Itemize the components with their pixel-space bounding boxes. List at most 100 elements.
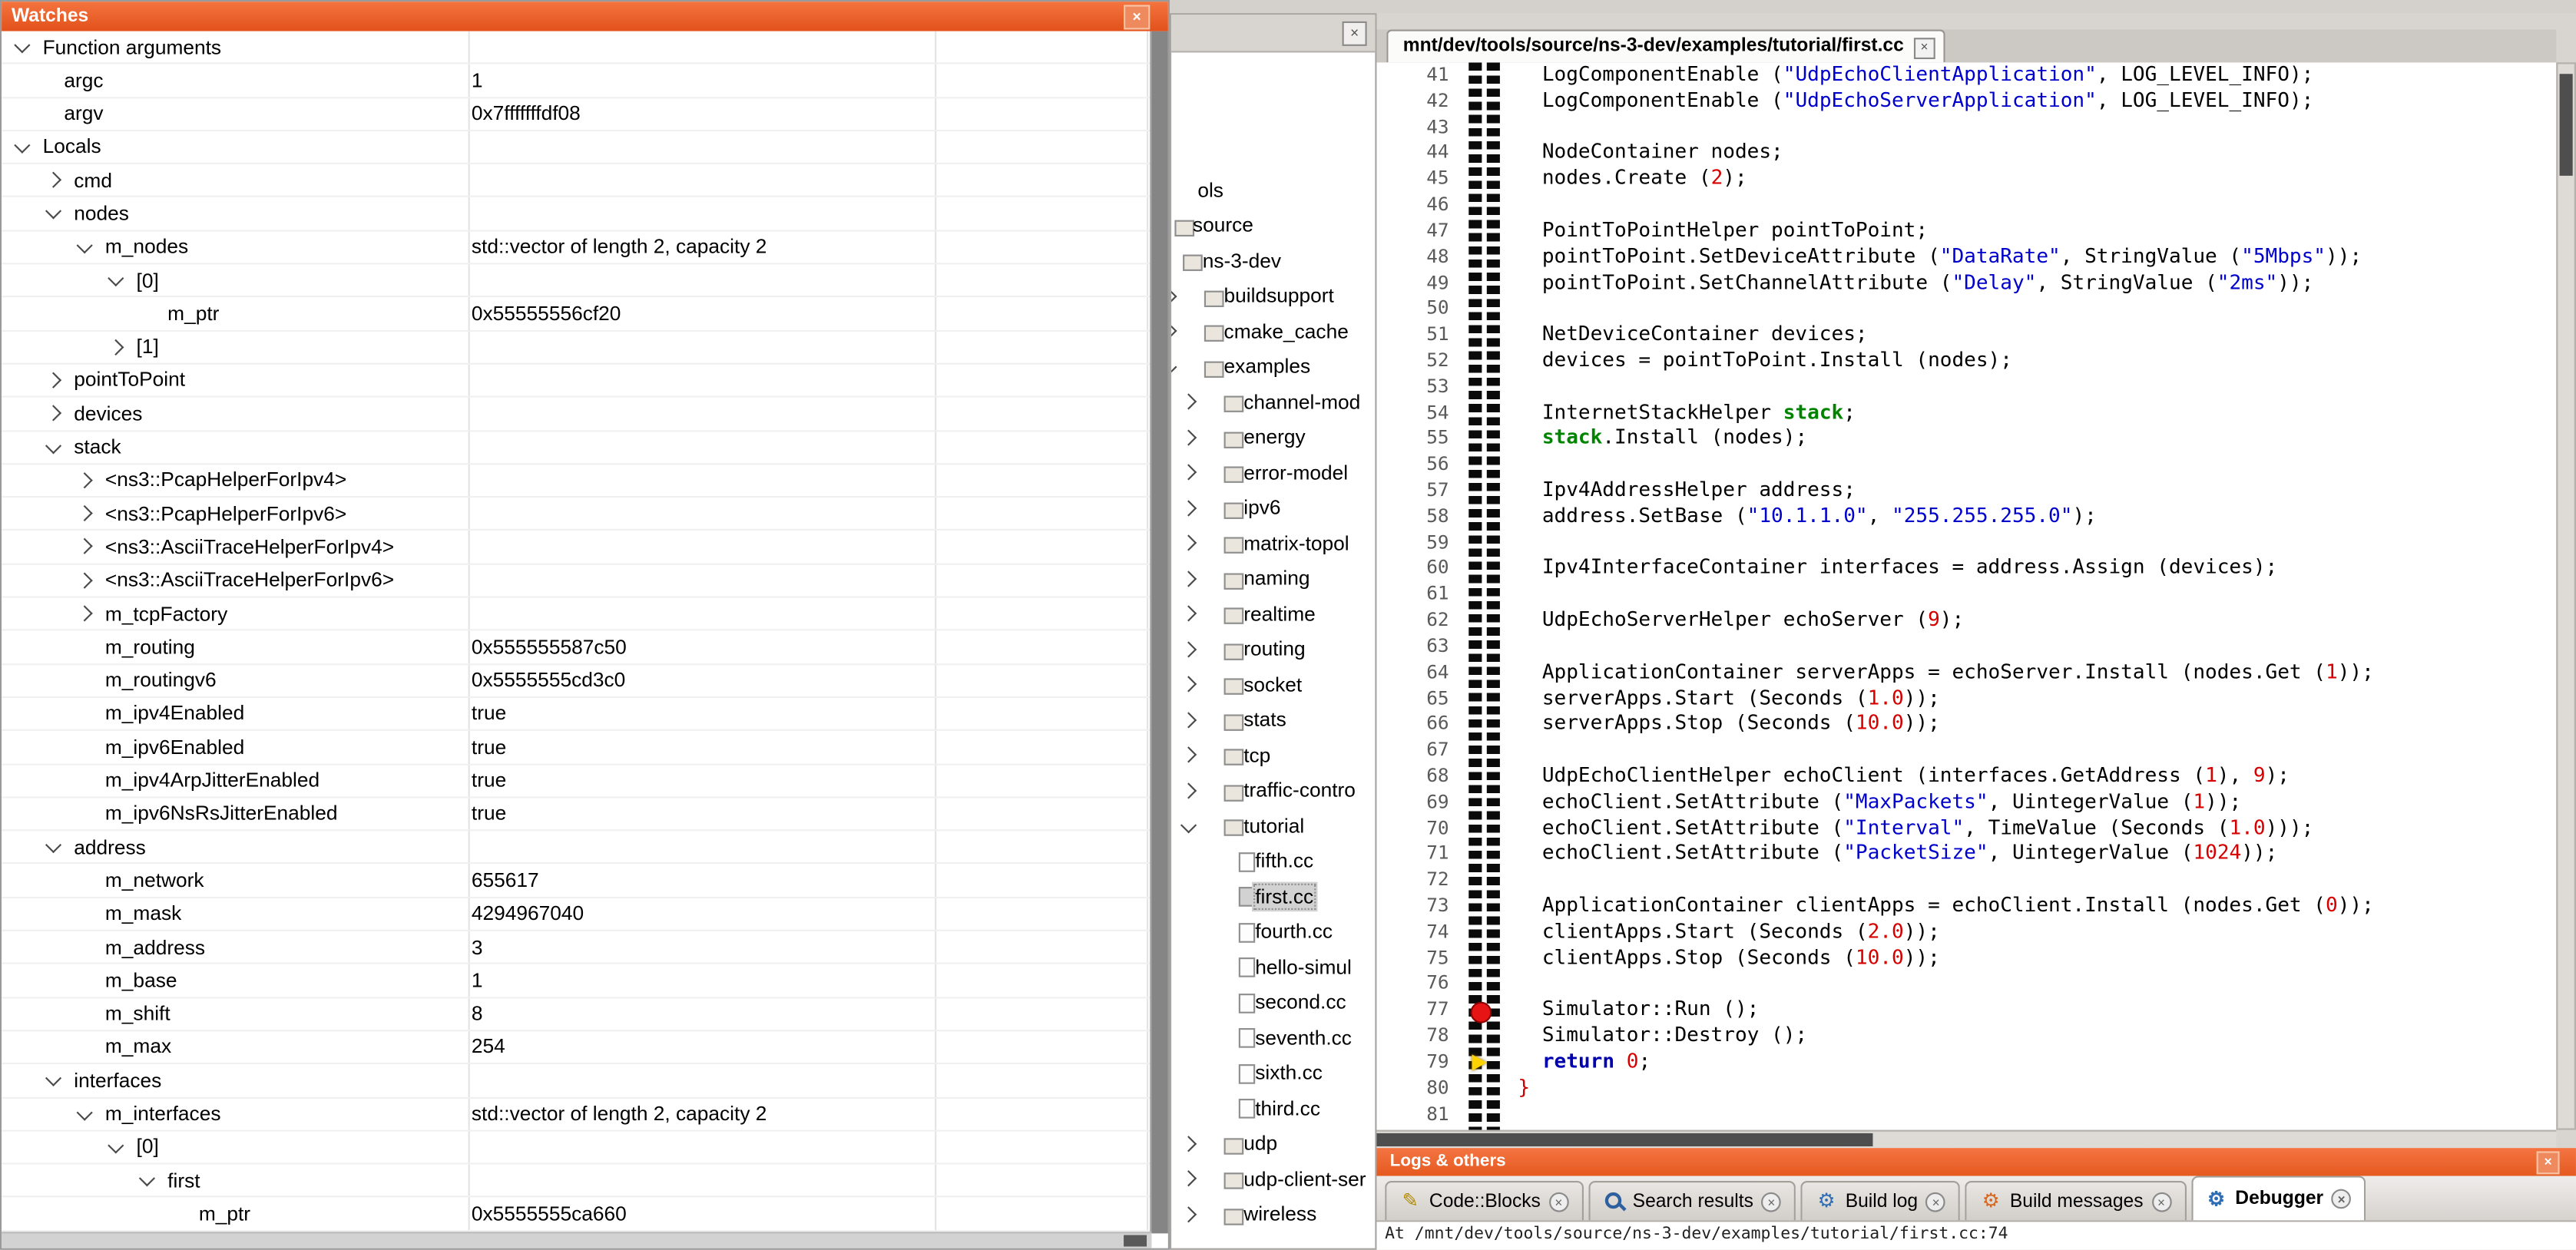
tree-item[interactable]: first.cc — [1171, 878, 1375, 914]
scrollbar-thumb[interactable] — [2560, 74, 2573, 176]
tree-item[interactable]: stats — [1171, 702, 1375, 737]
code-line[interactable]: 56 — [1376, 452, 2556, 478]
tree-item[interactable]: socket — [1171, 666, 1375, 702]
code-line[interactable]: 77 Simulator::Run (); — [1376, 997, 2556, 1023]
code-line[interactable]: 44 NodeContainer nodes; — [1376, 141, 2556, 167]
collapse-expander-icon[interactable] — [14, 137, 30, 153]
watch-row[interactable]: m_ptr0x55555556cf20 — [2, 298, 1151, 331]
tree-item[interactable]: third.cc — [1171, 1090, 1375, 1126]
expand-expander-icon[interactable] — [1170, 322, 1177, 339]
watch-row[interactable]: m_interfacesstd::vector of length 2, cap… — [2, 1098, 1151, 1131]
code-line[interactable]: 69 echoClient.SetAttribute ("MaxPackets"… — [1376, 789, 2556, 815]
watch-row[interactable]: devices — [2, 398, 1151, 431]
expand-expander-icon[interactable] — [1180, 1170, 1197, 1186]
watch-row[interactable]: pointToPoint — [2, 365, 1151, 398]
watches-title-bar[interactable]: Watches × — [2, 2, 1168, 31]
collapse-expander-icon[interactable] — [139, 1170, 155, 1186]
collapse-expander-icon[interactable] — [45, 203, 61, 220]
watch-row[interactable]: [0] — [2, 265, 1151, 298]
close-icon[interactable]: × — [2537, 1151, 2560, 1174]
code-line[interactable]: 49 pointToPoint.SetChannelAttribute ("De… — [1376, 270, 2556, 296]
watch-row[interactable]: m_mask4294967040 — [2, 898, 1151, 931]
watch-row[interactable]: address — [2, 832, 1151, 865]
watch-row[interactable]: m_shift8 — [2, 998, 1151, 1031]
expand-expander-icon[interactable] — [1180, 605, 1197, 621]
expand-expander-icon[interactable] — [1180, 640, 1197, 656]
code-line[interactable]: 68 UdpEchoClientHelper echoClient (inter… — [1376, 764, 2556, 790]
watch-row[interactable]: <ns3::PcapHelperForIpv6> — [2, 498, 1151, 531]
watch-row[interactable]: m_routingv60x5555555cd3c0 — [2, 665, 1151, 698]
watch-row[interactable]: m_network655617 — [2, 865, 1151, 898]
watch-row[interactable]: m_ptr0x5555555ca660 — [2, 1198, 1151, 1231]
code-line[interactable]: 76 — [1376, 971, 2556, 997]
expand-expander-icon[interactable] — [1180, 711, 1197, 727]
close-icon[interactable]: × — [1762, 1192, 1782, 1212]
code-line[interactable]: 81 — [1376, 1101, 2556, 1127]
watch-row[interactable]: m_address3 — [2, 931, 1151, 964]
expand-expander-icon[interactable] — [1180, 393, 1197, 409]
watch-row[interactable]: stack — [2, 432, 1151, 465]
code-line[interactable]: 61 — [1376, 582, 2556, 608]
watch-row[interactable]: [1] — [2, 331, 1151, 364]
watch-row[interactable]: <ns3::AsciiTraceHelperForIpv4> — [2, 531, 1151, 564]
tree-item[interactable]: sixth.cc — [1171, 1055, 1375, 1090]
logs-tab-debugger[interactable]: ⚙Debugger× — [2191, 1176, 2366, 1221]
collapse-expander-icon[interactable] — [108, 1137, 124, 1153]
watch-row[interactable]: <ns3::AsciiTraceHelperForIpv6> — [2, 564, 1151, 597]
code-line[interactable]: 63 — [1376, 633, 2556, 660]
tree-item[interactable]: seventh.cc — [1171, 1020, 1375, 1055]
tree-item[interactable]: fifth.cc — [1171, 843, 1375, 878]
expand-expander-icon[interactable] — [77, 605, 93, 621]
collapse-expander-icon[interactable] — [77, 237, 93, 253]
close-icon[interactable]: × — [1124, 5, 1150, 29]
close-icon[interactable]: × — [1343, 21, 1367, 46]
tree-item[interactable]: udp — [1171, 1126, 1375, 1161]
tree-item[interactable]: tcp — [1171, 737, 1375, 772]
watch-row[interactable]: [0] — [2, 1131, 1151, 1164]
expand-expander-icon[interactable] — [1180, 782, 1197, 798]
code-line[interactable]: 41 LogComponentEnable ("UdpEchoClientApp… — [1376, 62, 2556, 88]
close-icon[interactable]: × — [2151, 1192, 2171, 1212]
expand-expander-icon[interactable] — [1180, 1135, 1197, 1151]
expand-expander-icon[interactable] — [1180, 746, 1197, 762]
tree-item[interactable]: tutorial — [1171, 808, 1375, 843]
code-line[interactable]: 72 — [1376, 868, 2556, 894]
watch-row[interactable]: m_ipv6NsRsJitterEnabledtrue — [2, 798, 1151, 831]
tree-item[interactable]: fourth.cc — [1171, 914, 1375, 949]
logs-tab-code-blocks[interactable]: ✎Code::Blocks× — [1385, 1181, 1583, 1220]
tree-item[interactable]: ns-3-dev — [1171, 243, 1375, 279]
code-line[interactable]: 75 clientApps.Stop (Seconds (10.0)); — [1376, 945, 2556, 971]
code-line[interactable]: 43 — [1376, 114, 2556, 141]
watch-row[interactable]: m_nodesstd::vector of length 2, capacity… — [2, 231, 1151, 264]
code-line[interactable]: 80} — [1376, 1075, 2556, 1101]
tree-item[interactable]: traffic-contro — [1171, 772, 1375, 808]
code-line[interactable]: 78 Simulator::Destroy (); — [1376, 1023, 2556, 1050]
code-line[interactable]: 58 address.SetBase ("10.1.1.0", "255.255… — [1376, 504, 2556, 530]
expand-expander-icon[interactable] — [1180, 570, 1197, 586]
editor-horizontal-scrollbar[interactable] — [1376, 1130, 2556, 1149]
collapse-expander-icon[interactable] — [45, 1070, 61, 1086]
watch-row[interactable]: Locals — [2, 131, 1151, 164]
expand-expander-icon[interactable] — [45, 405, 61, 422]
expand-expander-icon[interactable] — [1180, 499, 1197, 515]
tree-item[interactable]: energy — [1171, 420, 1375, 455]
logs-tab-build-messages[interactable]: ⚙Build messages× — [1965, 1181, 2186, 1220]
code-line[interactable]: 42 LogComponentEnable ("UdpEchoServerApp… — [1376, 88, 2556, 114]
close-icon[interactable]: × — [1914, 37, 1935, 58]
code-line[interactable]: 60 Ipv4InterfaceContainer interfaces = a… — [1376, 556, 2556, 582]
tree-item[interactable]: wireless — [1171, 1196, 1375, 1232]
code-line[interactable]: 73 ApplicationContainer clientApps = ech… — [1376, 894, 2556, 920]
code-line[interactable]: 59 — [1376, 530, 2556, 556]
expand-expander-icon[interactable] — [108, 339, 124, 355]
editor-tab-first-cc[interactable]: mnt/dev/tools/source/ns-3-dev/examples/t… — [1386, 30, 1945, 63]
collapse-expander-icon[interactable] — [14, 37, 30, 53]
tree-item[interactable]: matrix-topol — [1171, 525, 1375, 561]
expand-expander-icon[interactable] — [1180, 464, 1197, 480]
code-line[interactable]: 71 echoClient.SetAttribute ("PacketSize"… — [1376, 842, 2556, 868]
watch-row[interactable]: m_base1 — [2, 964, 1151, 997]
tree-item[interactable]: ols — [1171, 173, 1375, 208]
code-line[interactable]: 50 — [1376, 296, 2556, 322]
collapse-expander-icon[interactable] — [1180, 817, 1197, 833]
tree-item[interactable]: cmake_cache — [1171, 314, 1375, 349]
watch-row[interactable]: interfaces — [2, 1065, 1151, 1098]
